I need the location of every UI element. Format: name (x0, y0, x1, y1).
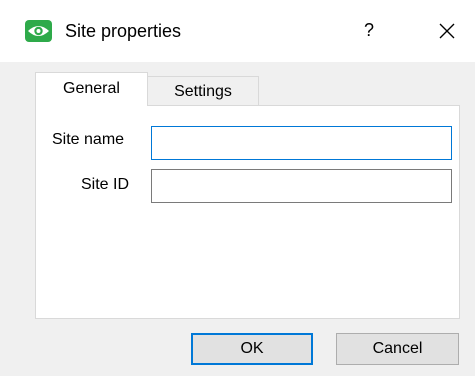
close-button[interactable] (430, 14, 464, 48)
ok-button[interactable]: OK (191, 333, 313, 365)
site-name-input[interactable] (151, 126, 452, 160)
site-name-label: Site name (52, 131, 125, 148)
site-id-label: Site ID (81, 176, 130, 193)
eye-icon (25, 20, 52, 42)
tab-settings[interactable]: Settings (148, 76, 259, 106)
cancel-button[interactable]: Cancel (336, 333, 459, 365)
site-id-input[interactable] (151, 169, 452, 203)
close-icon (439, 23, 455, 39)
window-title: Site properties (65, 21, 182, 41)
tab-general[interactable]: General (35, 72, 148, 106)
help-button[interactable]: ? (354, 15, 384, 45)
site-properties-dialog: Site properties ? General Settings Site … (0, 0, 475, 376)
title-bar: Site properties ? (0, 0, 475, 62)
